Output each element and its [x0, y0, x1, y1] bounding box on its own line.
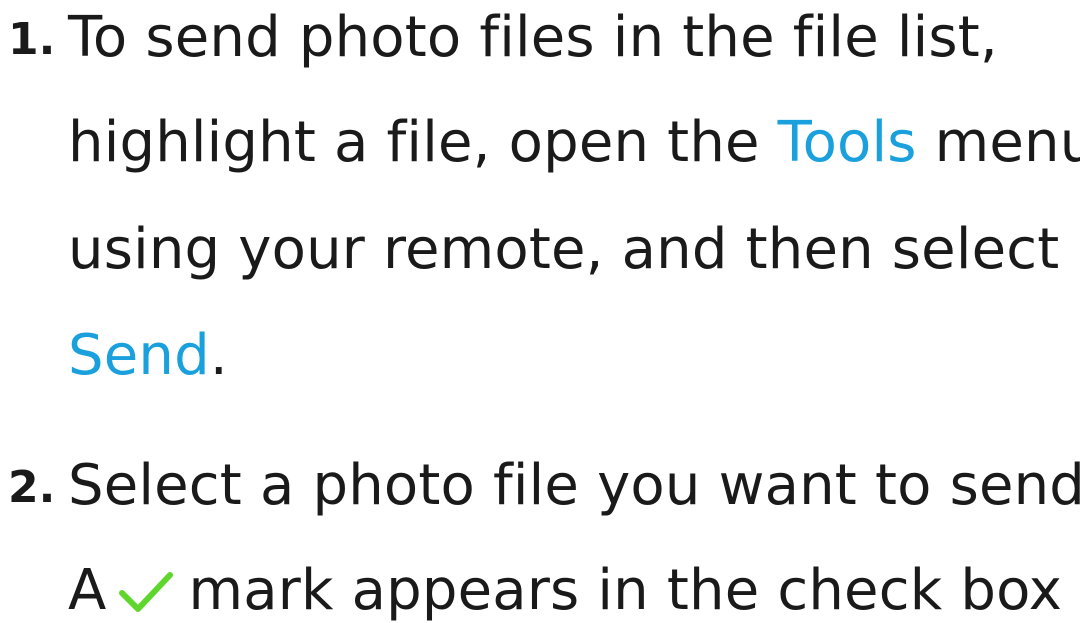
tools-menu-reference: Tools [777, 110, 917, 175]
step-1-line-4-suffix: . [209, 323, 228, 388]
step-1-line-4: Send. [68, 328, 228, 384]
step-2-line-2-prefix: A [68, 558, 107, 623]
step-1-line-1: To send photo files in the file list, [68, 5, 998, 70]
step-1-line-2-suffix: menu [916, 110, 1080, 175]
send-menu-reference: Send [68, 323, 210, 388]
step-1-line-2: highlight a file, open the Tools menu [68, 115, 1080, 171]
step-2-line-1: Select a photo file you want to send. [68, 453, 1080, 518]
step-2-line-2: Amark appears in the check box [68, 563, 1062, 619]
step-2-line-2-text: mark appears in the check box [188, 558, 1063, 623]
step-1-line-3: using your remote, and then select [68, 217, 1060, 282]
step-number: 2. [8, 462, 56, 513]
step-1-line-2-text: highlight a file, open the [68, 110, 778, 175]
step-number: 1. [8, 14, 56, 65]
checkmark-icon [118, 572, 173, 612]
